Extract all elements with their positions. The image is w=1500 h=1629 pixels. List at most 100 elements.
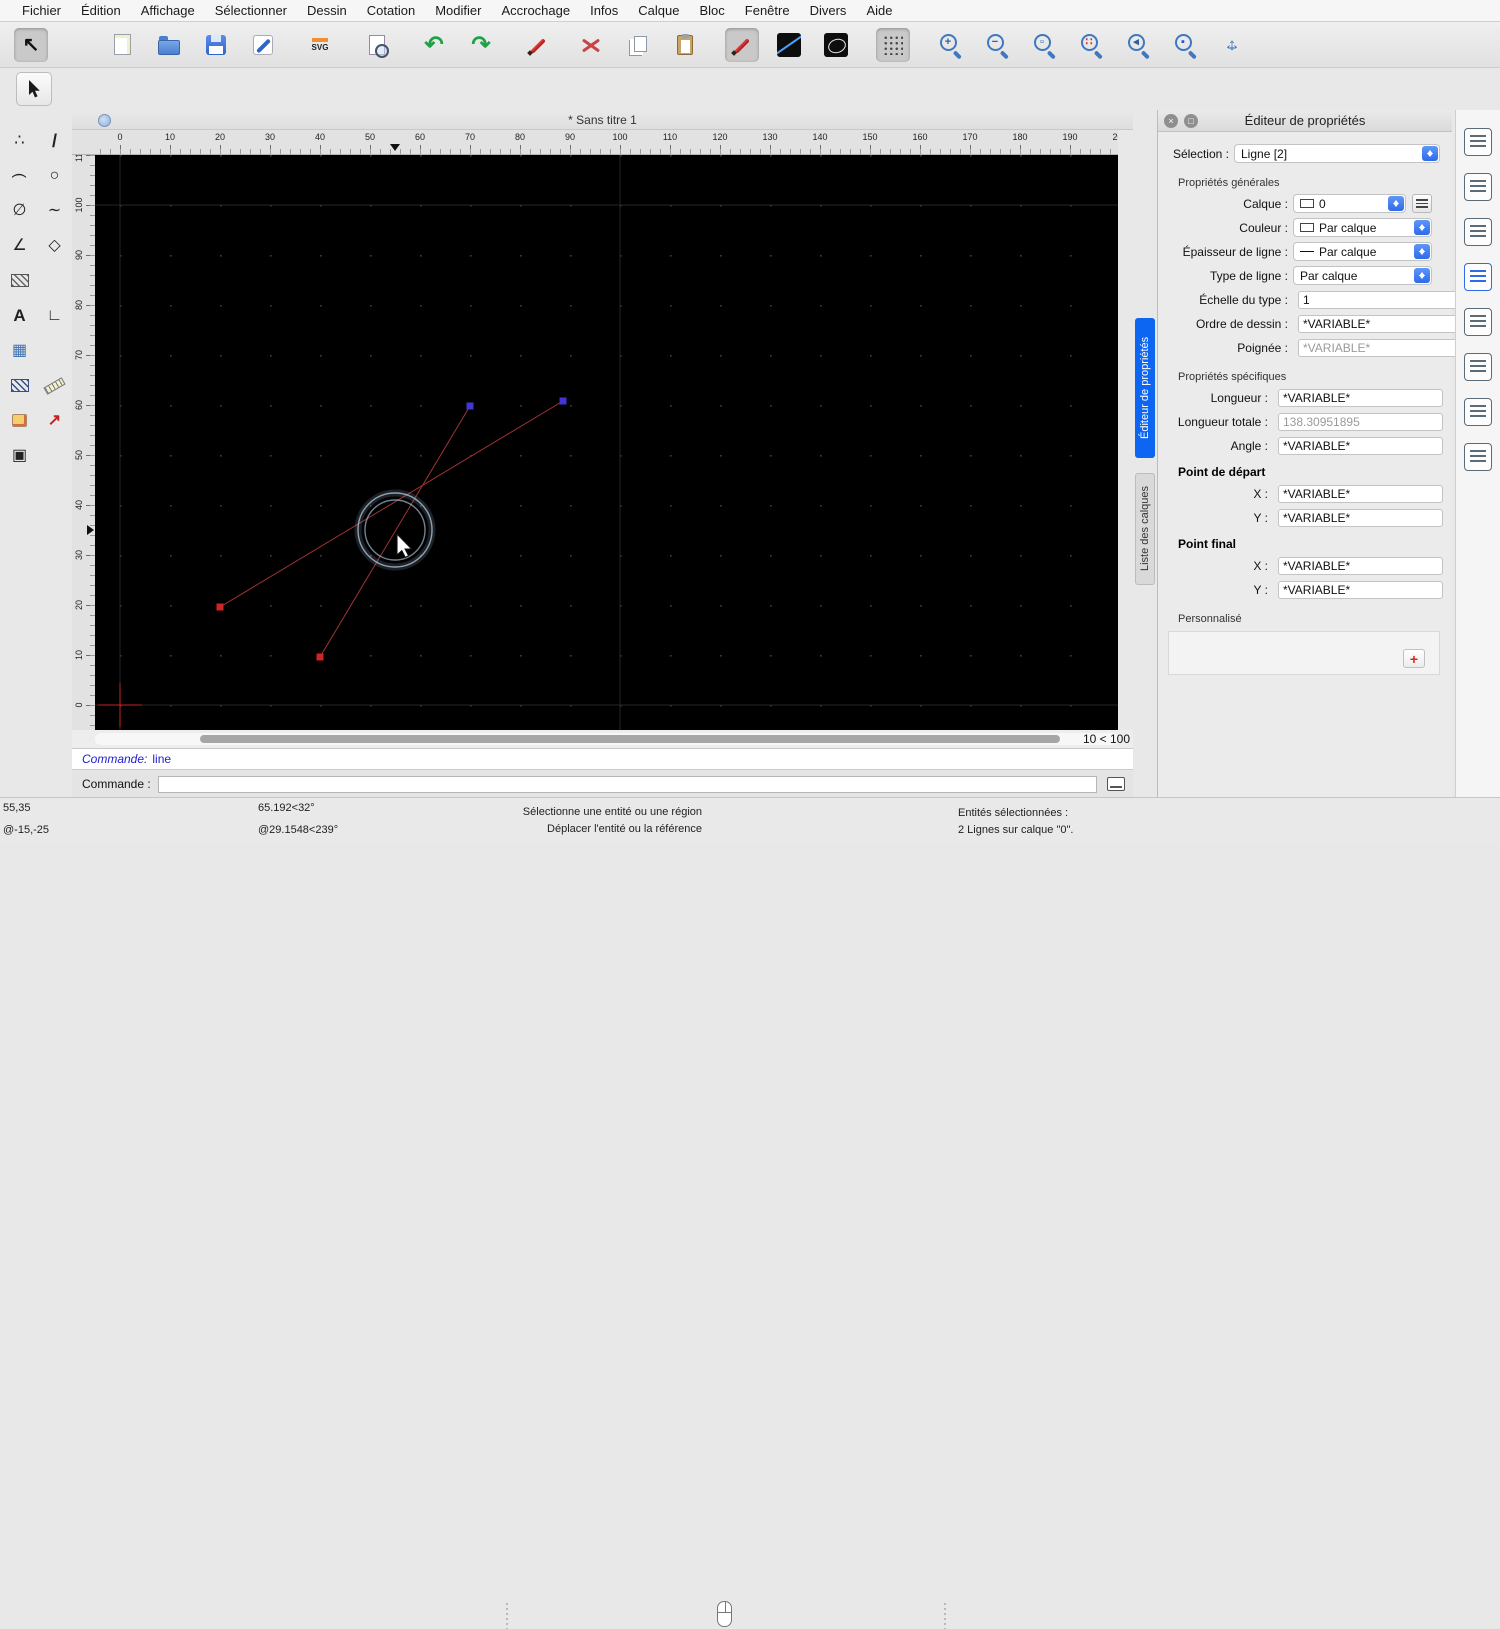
command-history: Commande: line bbox=[72, 748, 1133, 770]
print-preview-button[interactable] bbox=[360, 28, 394, 62]
polygon-tool[interactable]: ◇ bbox=[37, 229, 72, 262]
menu-item[interactable]: Calque bbox=[628, 3, 689, 18]
save-as-button[interactable] bbox=[246, 28, 280, 62]
dimension-tool[interactable]: ∟ bbox=[37, 299, 72, 332]
explode-tool[interactable]: ↗ bbox=[37, 404, 72, 437]
menu-item[interactable]: Accrochage bbox=[491, 3, 580, 18]
spline-tool[interactable]: ∼ bbox=[37, 194, 72, 227]
menu-item[interactable]: Infos bbox=[580, 3, 628, 18]
arc-tool[interactable]: ( bbox=[2, 159, 37, 192]
drawing-area[interactable] bbox=[95, 155, 1118, 730]
angle-input[interactable] bbox=[1278, 436, 1443, 455]
menu-item[interactable]: Affichage bbox=[131, 3, 205, 18]
handle-input[interactable] bbox=[1298, 338, 1463, 357]
draw-order-input[interactable] bbox=[1298, 314, 1463, 333]
points-tool[interactable]: ∴ bbox=[2, 124, 37, 157]
general-section-label: Propriétés générales bbox=[1178, 177, 1280, 189]
zoom-window-button[interactable]: ▪ bbox=[1168, 28, 1202, 62]
close-panel-button[interactable]: × bbox=[1164, 114, 1178, 128]
image-tool[interactable]: ▦ bbox=[2, 334, 37, 367]
layer-combo[interactable]: 0 bbox=[1293, 194, 1406, 213]
filter-panel-icon[interactable] bbox=[1464, 308, 1492, 336]
circle-tool[interactable]: ○ bbox=[37, 159, 72, 192]
menu-item[interactable]: Fichier bbox=[12, 3, 71, 18]
line-type-value: Par calque bbox=[1300, 268, 1358, 283]
end-x-input[interactable] bbox=[1278, 556, 1443, 575]
zoom-redraw-button[interactable]: ∷ bbox=[1074, 28, 1108, 62]
layer-menu-button[interactable] bbox=[1412, 194, 1432, 213]
export-svg-button[interactable]: SVG bbox=[303, 28, 337, 62]
clipboard-panel-icon[interactable] bbox=[1464, 443, 1492, 471]
save-button[interactable] bbox=[199, 28, 233, 62]
total-length-input[interactable] bbox=[1278, 412, 1443, 431]
chevron-updown-icon bbox=[1414, 220, 1430, 235]
start-x-input[interactable] bbox=[1278, 484, 1443, 503]
map-panel-icon[interactable] bbox=[1464, 353, 1492, 381]
tab-layer-list[interactable]: Liste des calques bbox=[1135, 473, 1155, 585]
chevron-updown-icon bbox=[1388, 196, 1404, 211]
grid-toggle-button[interactable] bbox=[876, 27, 910, 62]
menu-item[interactable]: Fenêtre bbox=[735, 3, 800, 18]
zoom-pan-button[interactable]: ↔ bbox=[1215, 28, 1249, 62]
menu-item[interactable]: Bloc bbox=[689, 3, 734, 18]
line-width-combo[interactable]: Par calque bbox=[1293, 242, 1432, 261]
menu-item[interactable]: Aide bbox=[856, 3, 902, 18]
select-button[interactable]: ↖ bbox=[14, 27, 48, 62]
dock-icon-strip bbox=[1455, 110, 1500, 797]
copy-button[interactable] bbox=[621, 28, 655, 62]
menu-item[interactable]: Divers bbox=[800, 3, 857, 18]
line-attributes-button[interactable] bbox=[772, 28, 806, 62]
open-file-button[interactable] bbox=[152, 28, 186, 62]
menu-item[interactable]: Modifier bbox=[425, 3, 491, 18]
polyline-tool[interactable]: ∠ bbox=[2, 229, 37, 262]
panel-title: Éditeur de propriétés bbox=[1244, 113, 1366, 128]
text-tool[interactable]: A bbox=[2, 299, 37, 332]
ellipse-attributes-button[interactable] bbox=[819, 28, 853, 62]
zoom-out-button[interactable]: − bbox=[980, 28, 1014, 62]
cut-button[interactable] bbox=[574, 28, 608, 62]
type-scale-input[interactable] bbox=[1298, 290, 1463, 309]
pen-button[interactable] bbox=[725, 27, 759, 62]
delete-button[interactable] bbox=[521, 28, 555, 62]
ruler-label: 190 bbox=[1062, 132, 1078, 142]
zoom-auto-button[interactable]: ▫ bbox=[1027, 28, 1061, 62]
line-tool[interactable]: / bbox=[37, 124, 72, 157]
solid-tool[interactable]: ▣ bbox=[2, 439, 37, 472]
drawing-canvas[interactable] bbox=[95, 155, 1118, 730]
length-input[interactable] bbox=[1278, 388, 1443, 407]
cube-panel-icon[interactable] bbox=[1464, 128, 1492, 156]
selection-combo[interactable]: Ligne [2] bbox=[1234, 144, 1440, 163]
handle-label: Poignée : bbox=[1237, 340, 1288, 355]
add-custom-property-button[interactable]: + bbox=[1403, 649, 1425, 668]
order-tool[interactable] bbox=[2, 369, 37, 402]
zoom-in-button[interactable]: + bbox=[933, 28, 967, 62]
command-input[interactable] bbox=[158, 775, 1097, 793]
ellipse-tool[interactable]: ∅ bbox=[2, 194, 37, 227]
selection-pointer-button[interactable] bbox=[16, 72, 52, 106]
new-document-button[interactable] bbox=[105, 28, 139, 62]
menu-item[interactable]: Édition bbox=[71, 3, 131, 18]
ruler-label: 50 bbox=[364, 132, 376, 142]
outline-panel-icon[interactable] bbox=[1464, 398, 1492, 426]
paste-button[interactable] bbox=[668, 28, 702, 62]
hatch-tool[interactable] bbox=[2, 264, 37, 297]
line-type-combo[interactable]: Par calque bbox=[1293, 266, 1432, 285]
list-panel-icon[interactable] bbox=[1464, 263, 1492, 291]
modify-shape-tool[interactable] bbox=[2, 404, 37, 437]
zoom-previous-button[interactable]: ◂ bbox=[1121, 28, 1155, 62]
page-panel-icon[interactable] bbox=[1464, 218, 1492, 246]
redo-button[interactable]: ↷ bbox=[464, 28, 498, 62]
undo-button[interactable]: ↶ bbox=[417, 28, 451, 62]
end-y-input[interactable] bbox=[1278, 580, 1443, 599]
undock-panel-button[interactable]: □ bbox=[1184, 114, 1198, 128]
library-panel-icon[interactable] bbox=[1464, 173, 1492, 201]
color-combo[interactable]: Par calque bbox=[1293, 218, 1432, 237]
menu-item[interactable]: Cotation bbox=[357, 3, 425, 18]
measure-tool[interactable] bbox=[37, 369, 72, 402]
menu-item[interactable]: Dessin bbox=[297, 3, 357, 18]
tab-property-editor[interactable]: Éditeur de propriétés bbox=[1135, 318, 1155, 458]
horizontal-scrollbar-thumb[interactable] bbox=[200, 735, 1060, 743]
start-y-input[interactable] bbox=[1278, 508, 1443, 527]
command-options-icon[interactable] bbox=[1107, 777, 1125, 791]
menu-item[interactable]: Sélectionner bbox=[205, 3, 297, 18]
